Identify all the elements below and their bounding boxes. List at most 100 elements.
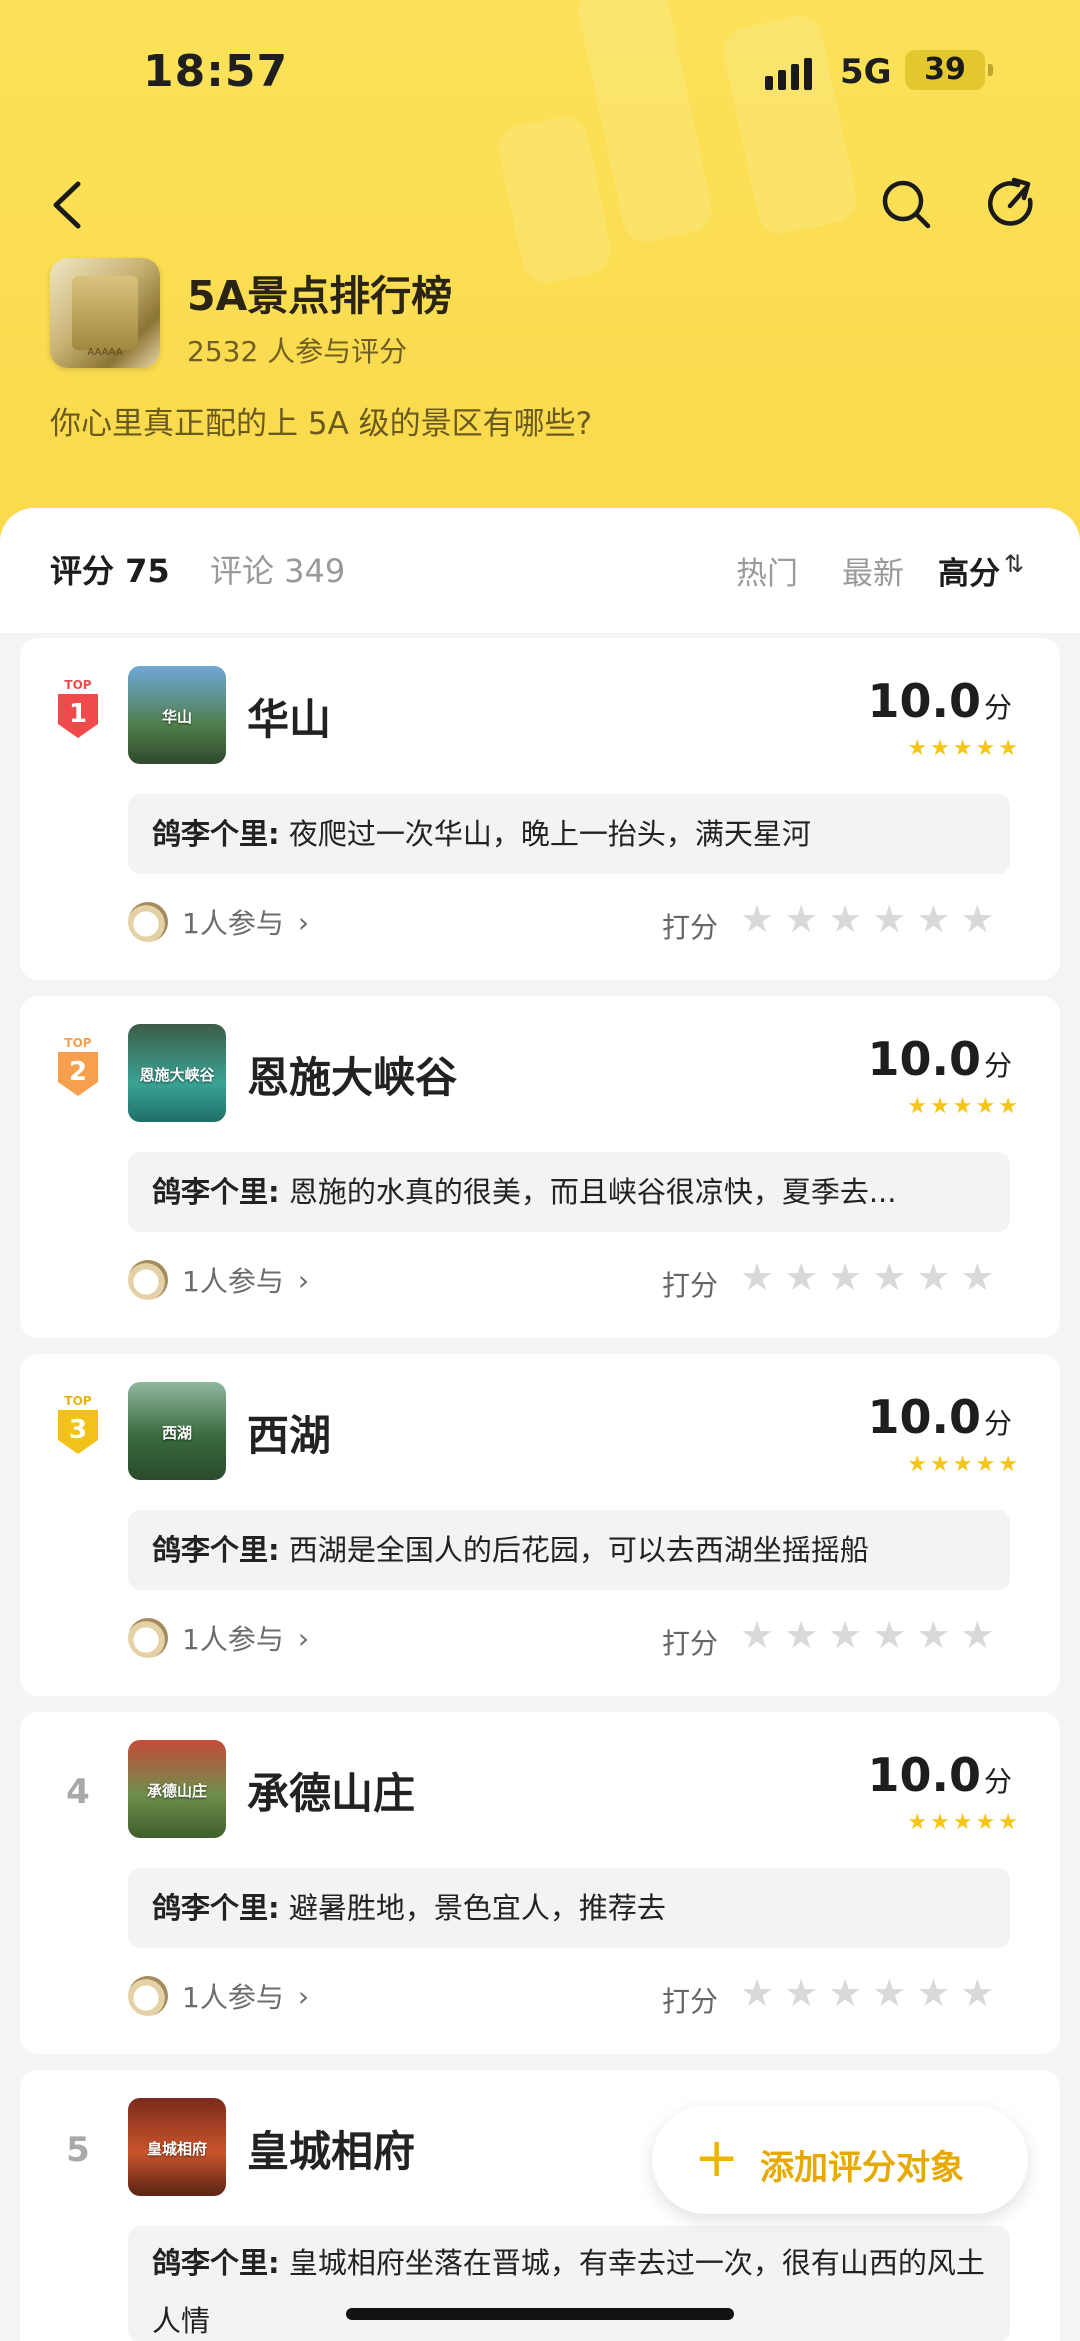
sort-hot[interactable]: 热门 — [736, 548, 798, 593]
star-icon: ★ — [740, 1613, 775, 1657]
decoration-bar — [494, 112, 616, 288]
item-thumbnail[interactable]: 皇城相府 — [128, 2098, 226, 2196]
star-icon: ★ — [916, 1255, 951, 1299]
page-title: 5A景点排行榜 — [187, 272, 453, 320]
participants-link[interactable]: 1人参与 › — [128, 1618, 309, 1658]
star-icon: ★ — [784, 897, 819, 941]
item-name[interactable]: 承德山庄 — [247, 1760, 415, 1821]
score-stars-icon: ★ ★ ★ ★ ★ — [907, 1810, 1018, 1835]
item-name[interactable]: 皇城相府 — [247, 2118, 415, 2179]
rating-stars[interactable]: ★ ★ ★ ★ ★ ★ — [740, 1974, 994, 2012]
list-item[interactable]: TOP 3 西湖 西湖 10.0 分 ★ ★ ★ ★ ★ 鸽李个里: 西湖是全国人的后花园… — [20, 1354, 1060, 1696]
star-icon: ★ — [872, 1255, 907, 1299]
star-icon: ★ — [740, 897, 775, 941]
top-1-badge-icon: TOP 1 — [58, 678, 98, 738]
list-item[interactable]: TOP 1 华山 华山 10.0 分 ★ ★ ★ ★ ★ 鸽李个里: 夜爬过一次华山，晚上… — [20, 638, 1060, 980]
chevron-right-icon: › — [297, 1979, 310, 2013]
thumbnail-label: 皇城相府 — [146, 2140, 207, 2158]
tab-comments[interactable]: 评论 349 — [210, 546, 345, 592]
tab-score[interactable]: 评分 75 — [50, 546, 170, 592]
score-stars-icon: ★ ★ ★ ★ ★ — [907, 1094, 1018, 1119]
star-icon: ★ — [828, 1971, 863, 2015]
item-name[interactable]: 恩施大峡谷 — [247, 1044, 457, 1105]
list-item[interactable]: TOP 2 恩施大峡谷 恩施大峡谷 10.0 分 ★ ★ ★ ★ ★ 鸽李个里: 恩施的水… — [20, 996, 1060, 1338]
item-thumbnail[interactable]: 华山 — [128, 666, 226, 764]
add-rating-target-button[interactable]: + 添加评分对象 — [652, 2106, 1028, 2214]
item-name[interactable]: 华山 — [247, 686, 331, 747]
avatar — [128, 902, 168, 942]
rank-number: 3 — [69, 1415, 87, 1445]
back-button[interactable] — [44, 170, 94, 240]
top-comment[interactable]: 鸽李个里: 恩施的水真的很美，而且峡谷很凉快，夏季去... — [128, 1152, 1010, 1232]
home-indicator[interactable] — [346, 2308, 734, 2320]
rate-label: 打分 — [662, 1269, 719, 1302]
rate-label: 打分 — [662, 911, 719, 944]
plus-icon: + — [694, 2126, 740, 2189]
item-score: 10.0 分 — [867, 1390, 1012, 1444]
participants-link[interactable]: 1人参与 › — [128, 902, 309, 942]
top-comment[interactable]: 鸽李个里: 西湖是全国人的后花园，可以去西湖坐摇摇船 — [128, 1510, 1010, 1590]
share-icon[interactable] — [984, 176, 1040, 232]
rate-label: 打分 — [662, 1985, 719, 2018]
participants-link[interactable]: 1人参与 › — [128, 1260, 309, 1300]
avatar — [128, 1260, 168, 1300]
star-icon: ★ — [828, 897, 863, 941]
item-thumbnail[interactable]: 西湖 — [128, 1382, 226, 1480]
star-icon: ★ — [872, 897, 907, 941]
item-thumbnail[interactable]: 恩施大峡谷 — [128, 1024, 226, 1122]
star-icon: ★ — [960, 897, 995, 941]
thumbnail-label: 西湖 — [161, 1424, 192, 1442]
status-bar: 18:57 5G 39 — [0, 42, 1080, 112]
participants-link[interactable]: 1人参与 › — [128, 1976, 309, 2016]
star-icon: ★ — [784, 1255, 819, 1299]
battery-indicator: 39 — [905, 50, 993, 90]
sort-high[interactable]: 高分 — [938, 548, 1000, 593]
rank-number: 5 — [66, 2130, 90, 2170]
top-label: TOP — [64, 678, 91, 692]
item-score: 10.0 分 — [867, 1748, 1012, 1802]
rating-stars[interactable]: ★ ★ ★ ★ ★ ★ — [740, 1258, 994, 1296]
top-comment[interactable]: 鸽李个里: 避暑胜地，景色宜人，推荐去 — [128, 1868, 1010, 1948]
star-icon: ★ — [740, 1255, 775, 1299]
star-icon: ★ — [784, 1971, 819, 2015]
item-name[interactable]: 西湖 — [247, 1402, 331, 1463]
star-icon: ★ — [916, 897, 951, 941]
top-comment[interactable]: 鸽李个里: 夜爬过一次华山，晚上一抬头，满天星河 — [128, 794, 1010, 874]
star-icon: ★ — [828, 1613, 863, 1657]
star-icon: ★ — [960, 1971, 995, 2015]
score-stars-icon: ★ ★ ★ ★ ★ — [907, 736, 1018, 761]
search-icon[interactable] — [878, 176, 934, 232]
score-stars-icon: ★ ★ ★ ★ ★ — [907, 1452, 1018, 1477]
thumbnail-label: 华山 — [161, 708, 192, 726]
top-label: TOP — [64, 1394, 91, 1408]
thumbnail-label: 恩施大峡谷 — [139, 1066, 215, 1084]
chevron-right-icon: › — [297, 1263, 310, 1297]
top-comment[interactable]: 鸽李个里: 皇城相府坐落在晋城，有幸去过一次，很有山西的风土人情 — [128, 2226, 1010, 2341]
list-logo: AAAAA — [50, 258, 160, 368]
rank-number: 2 — [69, 1057, 87, 1087]
star-icon: ★ — [916, 1971, 951, 2015]
top-2-badge-icon: TOP 2 — [58, 1036, 98, 1096]
star-icon: ★ — [872, 1613, 907, 1657]
star-icon: ★ — [740, 1971, 775, 2015]
chevron-right-icon: › — [297, 1621, 310, 1655]
rate-label: 打分 — [662, 1627, 719, 1660]
rank-number: 1 — [69, 699, 87, 729]
star-icon: ★ — [828, 1255, 863, 1299]
star-icon: ★ — [872, 1971, 907, 2015]
list-item[interactable]: 4 承德山庄 承德山庄 10.0 分 ★ ★ ★ ★ ★ 鸽李个里: 避暑胜地，景色宜人，… — [20, 1712, 1060, 2054]
thumbnail-label: 承德山庄 — [146, 1782, 207, 1800]
top-3-badge-icon: TOP 3 — [58, 1394, 98, 1454]
page-question: 你心里真正配的上 5A 级的景区有哪些? — [50, 406, 593, 442]
sort-latest[interactable]: 最新 — [842, 548, 904, 593]
rank-number: 4 — [66, 1772, 90, 1812]
item-score: 10.0 分 — [867, 674, 1012, 728]
item-thumbnail[interactable]: 承德山庄 — [128, 1740, 226, 1838]
rating-stars[interactable]: ★ ★ ★ ★ ★ ★ — [740, 900, 994, 938]
add-rating-target-label: 添加评分对象 — [760, 2148, 964, 2188]
rating-stars[interactable]: ★ ★ ★ ★ ★ ★ — [740, 1616, 994, 1654]
sort-order-icon[interactable]: ⇅ — [1004, 550, 1024, 578]
star-icon: ★ — [960, 1613, 995, 1657]
logo-emblem: AAAAA — [87, 347, 123, 358]
avatar — [128, 1618, 168, 1658]
